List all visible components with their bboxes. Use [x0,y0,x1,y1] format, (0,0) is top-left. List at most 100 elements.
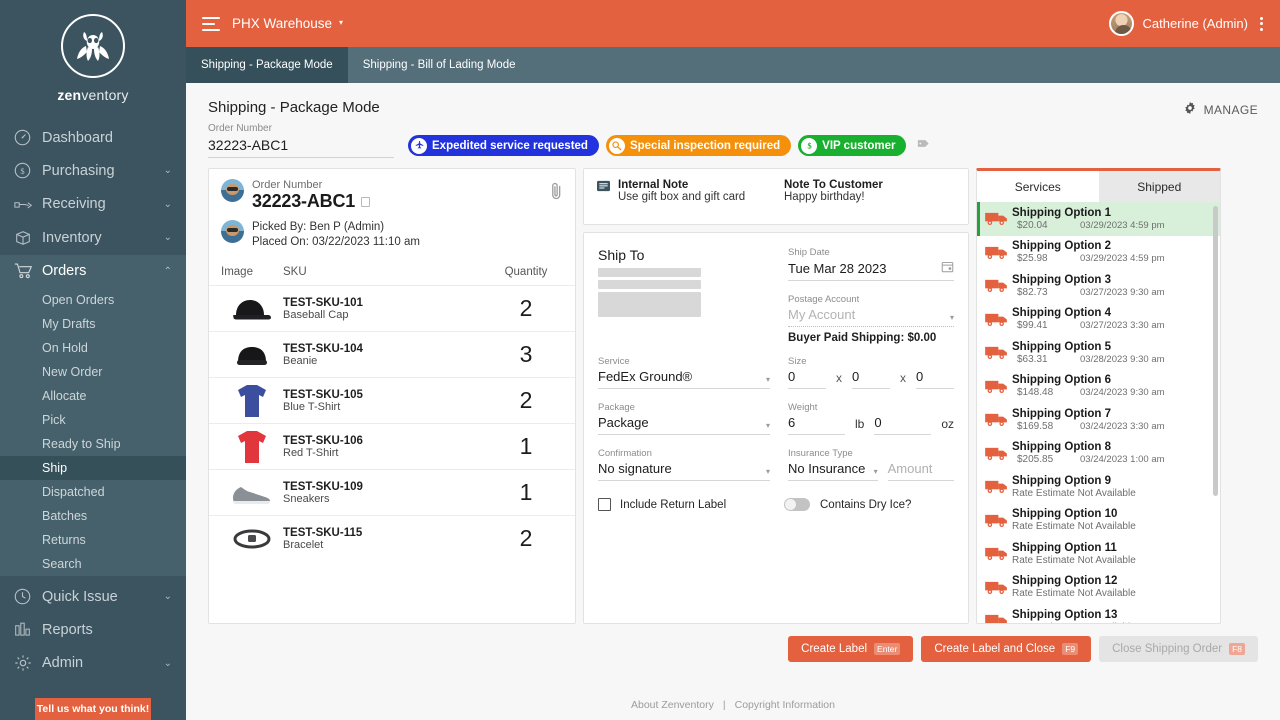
service-price: $148.48 [1017,387,1054,399]
service-select[interactable]: FedEx Ground® ▾ [598,369,770,389]
table-row[interactable]: TEST-SKU-104 Beanie 3 [209,331,575,377]
badge-vip-customer[interactable]: $ VIP customer [798,135,907,156]
services-scrollbar[interactable] [1213,206,1218,496]
list-item[interactable]: Shipping Option 4 $99.41 03/27/2023 3:30 … [977,303,1220,337]
sidebar-item-orders[interactable]: Orders ⌃ [0,254,186,288]
tab-services[interactable]: Services [977,171,1099,202]
table-row[interactable]: TEST-SKU-115 Bracelet 2 [209,515,575,561]
service-name: Shipping Option 4 [1012,307,1112,320]
list-item[interactable]: Shipping Option 9 Rate Estimate Not Avai… [977,470,1220,504]
tab-shipping-package-mode[interactable]: Shipping - Package Mode [186,47,348,83]
ship-date-input[interactable]: Tue Mar 28 2023 [788,260,954,281]
warehouse-name[interactable]: PHX Warehouse [232,16,332,31]
table-row[interactable]: TEST-SKU-101 Baseball Cap 2 [209,285,575,331]
include-return-label-checkbox[interactable]: Include Return Label [598,498,784,511]
list-item[interactable]: Shipping Option 2 $25.98 03/29/2023 4:59 … [977,236,1220,270]
hamburger-icon[interactable] [202,16,220,31]
list-item[interactable]: Shipping Option 3 $82.73 03/27/2023 9:30 … [977,269,1220,303]
chevron-down-icon[interactable]: ▾ [339,18,343,27]
calendar-icon[interactable] [941,260,954,276]
copyright-link[interactable]: Copyright Information [735,699,835,711]
close-shipping-order-button[interactable]: Close Shipping Order F8 [1099,636,1258,662]
package-select[interactable]: Package ▾ [598,415,770,435]
size-height-input[interactable]: 0 [916,369,954,389]
package-field[interactable]: Package Package ▾ [598,402,770,435]
ship-date-field[interactable]: Ship Date Tue Mar 28 2023 [788,247,954,281]
list-item[interactable]: Shipping Option 7 $169.58 03/24/2023 3:30… [977,403,1220,437]
gear-icon [14,654,42,672]
service-name: Shipping Option 6 [1012,374,1112,387]
badge-expedited-service[interactable]: Expedited service requested [408,135,599,156]
sidebar-item-admin[interactable]: Admin ⌄ [0,647,186,681]
sidebar-item-new-order[interactable]: New Order [0,360,186,384]
list-item[interactable]: Shipping Option 8 $205.85 03/24/2023 1:00… [977,437,1220,471]
sidebar-item-ship[interactable]: Ship [0,456,186,480]
brand-logo[interactable]: zenventory [0,0,186,113]
sidebar-item-dispatched[interactable]: Dispatched [0,480,186,504]
sidebar-item-returns[interactable]: Returns [0,528,186,552]
sidebar-item-batches[interactable]: Batches [0,504,186,528]
sidebar-item-inventory[interactable]: Inventory ⌄ [0,221,186,255]
weight-lb-input[interactable]: 6 [788,415,845,435]
postage-account-field[interactable]: Postage Account My Account ▾ [788,294,954,327]
about-link[interactable]: About Zenventory [631,699,714,711]
order-number-row: Order Number 32223-ABC1 Expedited servic… [186,118,1280,158]
sidebar-item-allocate[interactable]: Allocate [0,384,186,408]
contains-dry-ice-toggle[interactable]: Contains Dry Ice? [784,498,911,511]
list-item[interactable]: Shipping Option 10 Rate Estimate Not Ava… [977,504,1220,538]
order-number-input[interactable]: 32223-ABC1 [208,137,394,158]
tab-shipped[interactable]: Shipped [1098,171,1220,202]
sidebar-item-pick[interactable]: Pick [0,408,186,432]
table-row[interactable]: TEST-SKU-109 Sneakers 1 [209,469,575,515]
paperclip-icon[interactable] [550,181,563,206]
services-list[interactable]: Shipping Option 1 $20.04 03/29/2023 4:59 … [977,202,1220,623]
clock-icon [14,588,42,605]
sidebar-item-on-hold[interactable]: On Hold [0,336,186,360]
confirmation-field[interactable]: Confirmation No signature ▾ [598,448,770,481]
chevron-down-icon: ⌄ [163,198,172,210]
list-item[interactable]: Shipping Option 11 Rate Estimate Not Ava… [977,537,1220,571]
user-name[interactable]: Catherine (Admin) [1143,16,1249,31]
sidebar-item-reports[interactable]: Reports [0,614,186,647]
copy-icon[interactable] [361,196,371,207]
sidebar-item-open-orders[interactable]: Open Orders [0,288,186,312]
list-item[interactable]: Shipping Option 6 $148.48 03/24/2023 9:30… [977,370,1220,404]
size-length-input[interactable]: 0 [788,369,826,389]
service-price: $99.41 [1017,320,1048,332]
sidebar-item-my-drafts[interactable]: My Drafts [0,312,186,336]
sidebar-item-receiving[interactable]: Receiving ⌄ [0,188,186,222]
panels-row: Order Number 32223-ABC1 Picked By: Ben P… [186,158,1280,624]
weight-oz-input[interactable]: 0 [874,415,932,435]
list-item[interactable]: Shipping Option 5 $63.31 03/28/2023 9:30 … [977,336,1220,370]
service-date: 03/29/2023 4:59 pm [1080,219,1165,231]
insurance-amount-input[interactable]: Amount [887,461,954,481]
order-number-field[interactable]: Order Number 32223-ABC1 [208,123,394,158]
sidebar-item-label: Quick Issue [42,588,118,605]
create-label-and-close-button[interactable]: Create Label and Close F9 [921,636,1092,662]
insurance-select[interactable]: No Insurance ▾ [788,461,878,481]
size-width-input[interactable]: 0 [852,369,890,389]
list-item[interactable]: Shipping Option 12 Rate Estimate Not Ava… [977,571,1220,605]
sidebar-item-dashboard[interactable]: Dashboard [0,121,186,154]
badge-special-inspection[interactable]: Special inspection required [605,135,792,156]
list-item[interactable]: Shipping Option 1 $20.04 03/29/2023 4:59 … [977,202,1220,236]
sidebar-item-purchasing[interactable]: $ Purchasing ⌄ [0,154,186,188]
list-item[interactable]: Shipping Option 13 Rate Estimate Not Ava… [977,604,1220,623]
tab-shipping-bol-mode[interactable]: Shipping - Bill of Lading Mode [348,47,531,83]
table-row[interactable]: TEST-SKU-105 Blue T-Shirt 2 [209,377,575,423]
sidebar-item-quick-issue[interactable]: Quick Issue ⌄ [0,580,186,614]
feedback-button[interactable]: Tell us what you think! [35,698,151,720]
tag-icon[interactable] [917,137,932,155]
create-label-button[interactable]: Create Label Enter [788,636,914,662]
manage-button[interactable]: MANAGE [1183,99,1258,118]
confirmation-select[interactable]: No signature ▾ [598,461,770,481]
more-vertical-icon[interactable] [1257,15,1266,33]
service-field[interactable]: Service FedEx Ground® ▾ [598,356,770,389]
avatar[interactable] [1108,11,1134,36]
page-header: Shipping - Package Mode MANAGE [186,83,1280,118]
toggle-switch[interactable] [784,498,810,511]
postage-account-select[interactable]: My Account ▾ [788,307,954,327]
table-row[interactable]: TEST-SKU-106 Red T-Shirt 1 [209,423,575,469]
sidebar-item-search[interactable]: Search [0,552,186,576]
sidebar-item-ready-to-ship[interactable]: Ready to Ship [0,432,186,456]
